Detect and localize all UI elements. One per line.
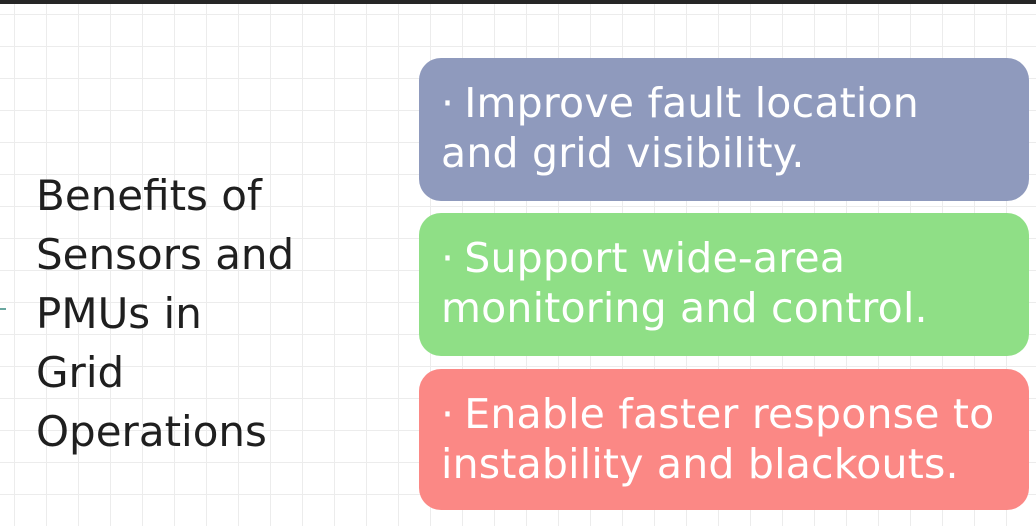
benefit-text: Enable faster response to instability an… <box>441 390 995 488</box>
bullet-marker: · <box>441 79 455 127</box>
connector-stub <box>0 296 26 322</box>
benefit-box-wide-area-monitoring: · Support wide-area monitoring and contro… <box>419 213 1029 356</box>
top-border <box>0 0 1036 4</box>
benefit-box-faster-response: · Enable faster response to instability a… <box>419 369 1029 510</box>
bullet-marker: · <box>441 390 455 438</box>
bullet-marker: · <box>441 234 455 282</box>
benefit-text: Support wide-area monitoring and control… <box>441 234 928 332</box>
benefit-box-fault-location: · Improve fault location and grid visibil… <box>419 58 1029 201</box>
diagram-title: Benefits of Sensors and PMUs in Grid Ope… <box>36 171 295 456</box>
benefit-text: Improve fault location and grid visibili… <box>441 79 919 177</box>
